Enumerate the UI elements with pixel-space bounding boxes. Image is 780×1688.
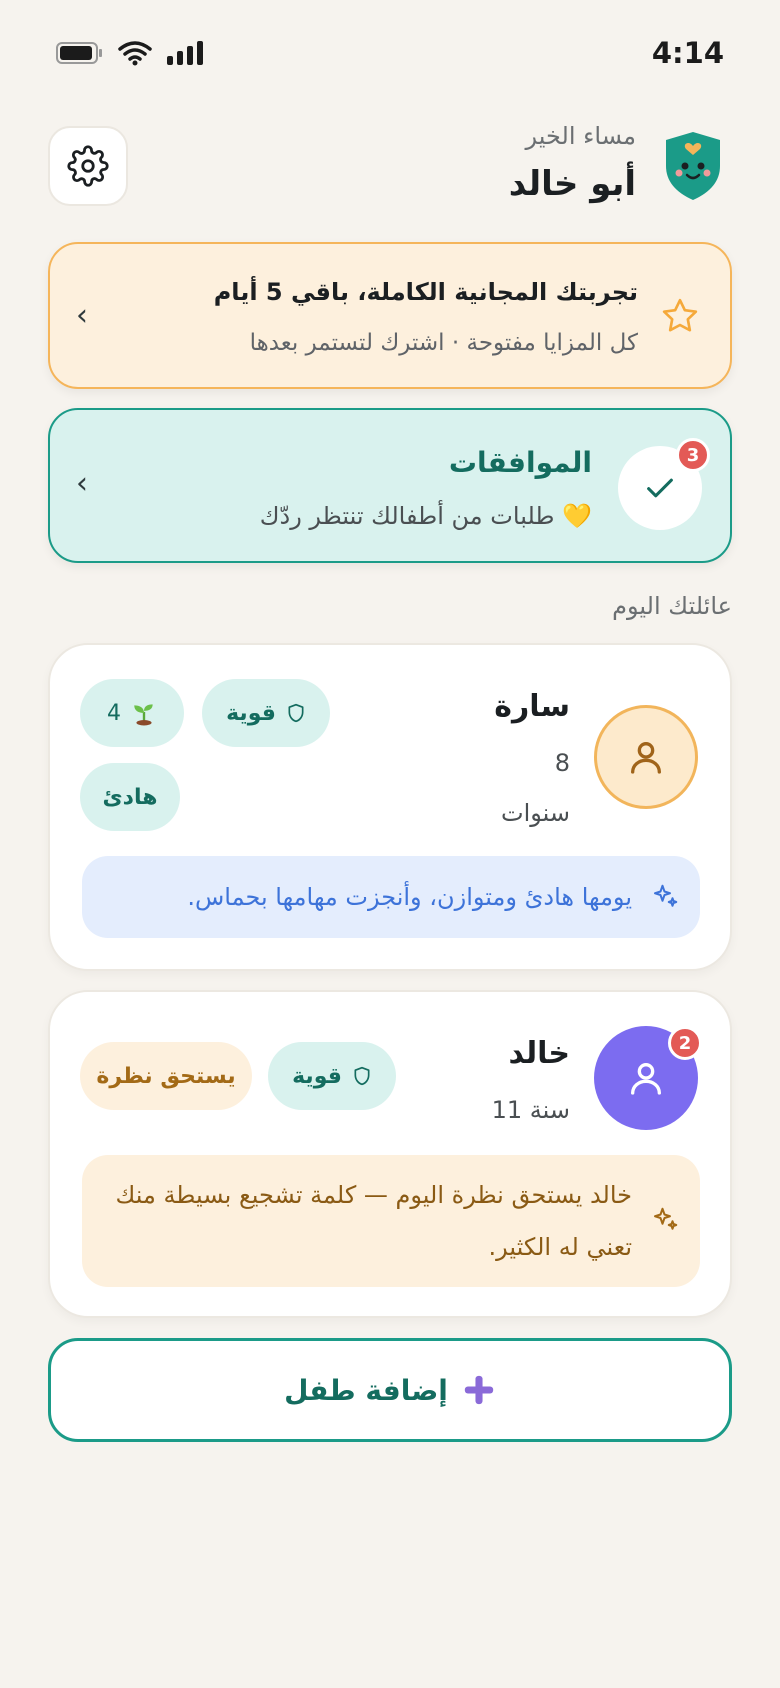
user-name: أبو خالد	[508, 164, 636, 204]
gear-icon	[67, 145, 109, 187]
attention-chip: يستحق نظرة	[80, 1042, 252, 1110]
mascot-shield-logo	[666, 132, 720, 200]
child-notification-badge: 2	[668, 1026, 702, 1060]
child-card-sara[interactable]: سارة 8 سنوات قوية 4 هادئ يومها هادئ ومتو…	[48, 643, 732, 971]
status-icons	[56, 40, 204, 66]
child-name: سارة	[494, 689, 570, 724]
greeting-block: مساء الخير أبو خالد	[509, 122, 636, 204]
ai-insight-note: خالد يستحق نظرة اليوم — كلمة تشجيع بسيطة…	[82, 1155, 700, 1287]
mood-chip: هادئ	[80, 763, 180, 831]
sparkle-icon	[654, 1207, 678, 1230]
add-child-label: إضافة طفل	[284, 1373, 448, 1407]
greeting-text: مساء الخير	[525, 122, 636, 150]
strength-label: قوية	[292, 1063, 342, 1089]
child-age-number: 8	[554, 749, 570, 777]
plus-icon	[464, 1375, 494, 1405]
insight-text: يومها هادئ ومتوازن، وأنجزت مهامها بحماس.	[187, 883, 632, 911]
trial-subtitle: كل المزايا مفتوحة · اشترك لتستمر بعدها	[249, 330, 638, 356]
star-icon	[662, 298, 698, 332]
approvals-count-badge: 3	[676, 438, 710, 472]
plants-chip: 4	[80, 679, 184, 747]
settings-button[interactable]	[48, 126, 128, 206]
wifi-icon	[118, 41, 152, 66]
approvals-subtitle: طلبات من أطفالك تنتظر ردّك 💛	[259, 502, 592, 530]
signal-icon	[167, 41, 203, 65]
child-card-khaled[interactable]: 2 خالد 11 سنة قوية يستحق نظرة خالد يستحق…	[48, 990, 732, 1318]
sparkle-icon	[654, 884, 678, 907]
child-age: 11 سنة	[491, 1096, 570, 1124]
chevron-left-icon: ‹	[76, 298, 88, 333]
approvals-title: الموافقات	[448, 446, 592, 479]
strength-label: قوية	[226, 700, 276, 726]
section-label: عائلتك اليوم	[612, 592, 732, 620]
trial-title: تجربتك المجانية الكاملة، باقي 5 أيام	[213, 278, 638, 306]
user-icon	[631, 742, 661, 774]
shield-icon	[354, 1066, 370, 1086]
avatar	[594, 705, 698, 809]
attention-label: يستحق نظرة	[96, 1063, 236, 1089]
strength-chip: قوية	[268, 1042, 396, 1110]
child-name: خالد	[508, 1036, 570, 1071]
mood-label: هادئ	[102, 784, 158, 810]
status-bar: 4:14	[0, 30, 780, 74]
approvals-card[interactable]: 3 الموافقات طلبات من أطفالك تنتظر ردّك 💛…	[48, 408, 732, 563]
status-time: 4:14	[651, 36, 724, 70]
strength-chip: قوية	[202, 679, 330, 747]
ai-insight-note: يومها هادئ ومتوازن، وأنجزت مهامها بحماس.	[82, 856, 700, 938]
chevron-left-icon: ‹	[76, 466, 88, 501]
insight-text: خالد يستحق نظرة اليوم — كلمة تشجيع بسيطة…	[115, 1181, 632, 1261]
add-child-button[interactable]: إضافة طفل	[48, 1338, 732, 1442]
shield-icon	[288, 703, 304, 723]
header: مساء الخير أبو خالد	[48, 122, 732, 212]
battery-icon	[56, 42, 102, 64]
child-age-unit: سنوات	[500, 799, 570, 827]
check-icon	[647, 478, 673, 498]
user-icon	[631, 1063, 661, 1095]
trial-banner[interactable]: تجربتك المجانية الكاملة، باقي 5 أيام كل …	[48, 242, 732, 389]
plants-count: 4	[107, 700, 121, 726]
sprout-icon	[134, 704, 153, 726]
